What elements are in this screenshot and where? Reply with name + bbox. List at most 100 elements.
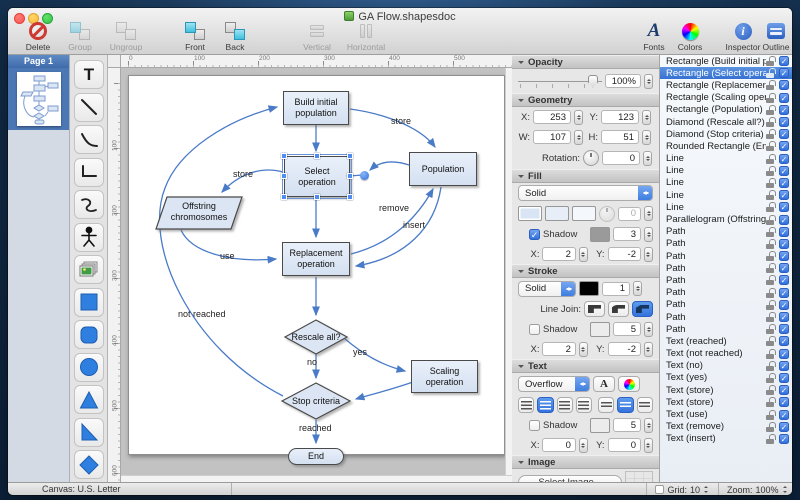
layer-row[interactable]: Text (reached)✓ [660, 335, 792, 347]
layer-row[interactable]: Rectangle (Replacement op...✓ [660, 79, 792, 91]
lock-icon[interactable] [766, 275, 775, 285]
visibility-checkbox[interactable]: ✓ [779, 129, 789, 139]
lock-icon[interactable] [766, 227, 775, 237]
selection-handle[interactable] [281, 173, 287, 179]
align-right-button[interactable] [557, 397, 573, 413]
zoom-stepper[interactable] [782, 484, 784, 495]
zoom-control[interactable]: Zoom: 100% [718, 483, 792, 495]
valign-middle-button[interactable] [617, 397, 633, 413]
text-shadow-x-stepper[interactable] [579, 438, 588, 453]
lock-icon[interactable] [766, 68, 775, 78]
visibility-checkbox[interactable]: ✓ [779, 202, 789, 212]
lock-icon[interactable] [766, 288, 775, 298]
visibility-checkbox[interactable]: ✓ [779, 80, 789, 90]
rotation-field[interactable]: 0 [602, 151, 640, 165]
outline-button[interactable]: Outline [758, 21, 792, 52]
visibility-checkbox[interactable]: ✓ [779, 288, 789, 298]
tool-ellipse[interactable] [74, 353, 104, 382]
page-thumbnail[interactable] [17, 72, 61, 126]
node-end[interactable]: End [288, 448, 344, 465]
lock-icon[interactable] [766, 154, 775, 164]
edge-label-use[interactable]: use [220, 251, 235, 261]
visibility-checkbox[interactable]: ✓ [779, 227, 789, 237]
lock-icon[interactable] [766, 312, 775, 322]
align-center-button[interactable] [537, 397, 553, 413]
layer-row[interactable]: Path✓ [660, 287, 792, 299]
lock-icon[interactable] [766, 361, 775, 371]
lock-icon[interactable] [766, 349, 775, 359]
layer-row[interactable]: Path✓ [660, 238, 792, 250]
document-page[interactable]: Build initial population Select operatio… [128, 75, 505, 455]
tool-triangle[interactable] [74, 385, 104, 414]
layer-row[interactable]: Rectangle (Scaling operation)✓ [660, 92, 792, 104]
fill-shadow-stepper[interactable] [644, 227, 653, 242]
layer-row[interactable]: Rectangle (Population)✓ [660, 104, 792, 116]
geometry-h-field[interactable]: 51 [601, 130, 639, 144]
layer-row[interactable]: Path✓ [660, 311, 792, 323]
layer-row[interactable]: Rounded Rectangle (End)✓ [660, 140, 792, 152]
tool-line[interactable] [74, 93, 104, 122]
lock-icon[interactable] [766, 105, 775, 115]
lock-icon[interactable] [766, 422, 775, 432]
stroke-width-field[interactable]: 1 [602, 282, 630, 296]
layer-row[interactable]: Parallelogram (Offstring chr...✓ [660, 213, 792, 225]
text-shadow-checkbox[interactable] [529, 420, 540, 431]
text-shadow-size-field[interactable]: 5 [613, 418, 641, 432]
layer-row[interactable]: Text (store)✓ [660, 396, 792, 408]
visibility-checkbox[interactable]: ✓ [779, 373, 789, 383]
image-section-header[interactable]: Image [512, 455, 659, 469]
grid-checkbox[interactable] [655, 485, 664, 494]
connector-endpoint-dot[interactable] [360, 171, 369, 180]
fill-type-dropdown[interactable]: Solid [518, 185, 653, 201]
edge-label-yes[interactable]: yes [353, 347, 367, 357]
edge-label-no[interactable]: no [307, 357, 317, 367]
lock-icon[interactable] [766, 129, 775, 139]
text-shadow-y-stepper[interactable] [644, 438, 653, 453]
back-button[interactable]: Back [216, 21, 254, 52]
layer-row[interactable]: Text (use)✓ [660, 408, 792, 420]
visibility-checkbox[interactable]: ✓ [779, 68, 789, 78]
geometry-w-field[interactable]: 107 [533, 130, 571, 144]
line-join-miter-button[interactable] [584, 301, 605, 317]
lock-icon[interactable] [766, 385, 775, 395]
colors-button[interactable]: Colors [672, 21, 708, 52]
stroke-width-stepper[interactable] [633, 281, 642, 296]
layer-row[interactable]: Path✓ [660, 299, 792, 311]
front-button[interactable]: Front [176, 21, 214, 52]
valign-top-button[interactable] [598, 397, 614, 413]
layer-row[interactable]: Rectangle (Select operation)✓ [660, 67, 792, 79]
layer-row[interactable]: Line✓ [660, 165, 792, 177]
align-justify-button[interactable] [576, 397, 592, 413]
stroke-shadow-y-field[interactable]: -2 [608, 342, 641, 356]
edge-label-store-left[interactable]: store [233, 169, 253, 179]
tool-curve[interactable] [74, 125, 104, 154]
visibility-checkbox[interactable]: ✓ [779, 397, 789, 407]
visibility-checkbox[interactable]: ✓ [779, 117, 789, 127]
lock-icon[interactable] [766, 202, 775, 212]
rotation-stepper[interactable] [643, 151, 652, 166]
stroke-shadow-x-stepper[interactable] [579, 342, 588, 357]
layer-row[interactable]: Diamond (Stop criteria)✓ [660, 128, 792, 140]
node-build-initial-population[interactable]: Build initial population [283, 91, 349, 125]
image-position-grid[interactable] [625, 471, 653, 482]
rotation-knob[interactable] [583, 150, 599, 166]
fill-swatch-2[interactable] [545, 206, 569, 221]
visibility-checkbox[interactable]: ✓ [779, 263, 789, 273]
tool-right-triangle[interactable] [74, 418, 104, 447]
selection-handle[interactable] [281, 194, 287, 200]
stroke-shadow-checkbox[interactable] [529, 324, 540, 335]
geometry-x-field[interactable]: 253 [533, 110, 571, 124]
edge-label-store-top[interactable]: store [391, 116, 411, 126]
visibility-checkbox[interactable]: ✓ [779, 312, 789, 322]
node-rescale-label[interactable]: Rescale all? [285, 332, 347, 343]
layer-row[interactable]: Path✓ [660, 226, 792, 238]
layer-row[interactable]: Text (store)✓ [660, 384, 792, 396]
tool-image[interactable] [74, 255, 104, 284]
visibility-checkbox[interactable]: ✓ [779, 361, 789, 371]
geometry-section-header[interactable]: Geometry [512, 93, 659, 107]
layer-row[interactable]: Path✓ [660, 323, 792, 335]
fill-shadow-y-field[interactable]: -2 [608, 247, 641, 261]
select-image-button[interactable]: Select Image... [518, 475, 622, 483]
visibility-checkbox[interactable]: ✓ [779, 410, 789, 420]
lock-icon[interactable] [766, 239, 775, 249]
